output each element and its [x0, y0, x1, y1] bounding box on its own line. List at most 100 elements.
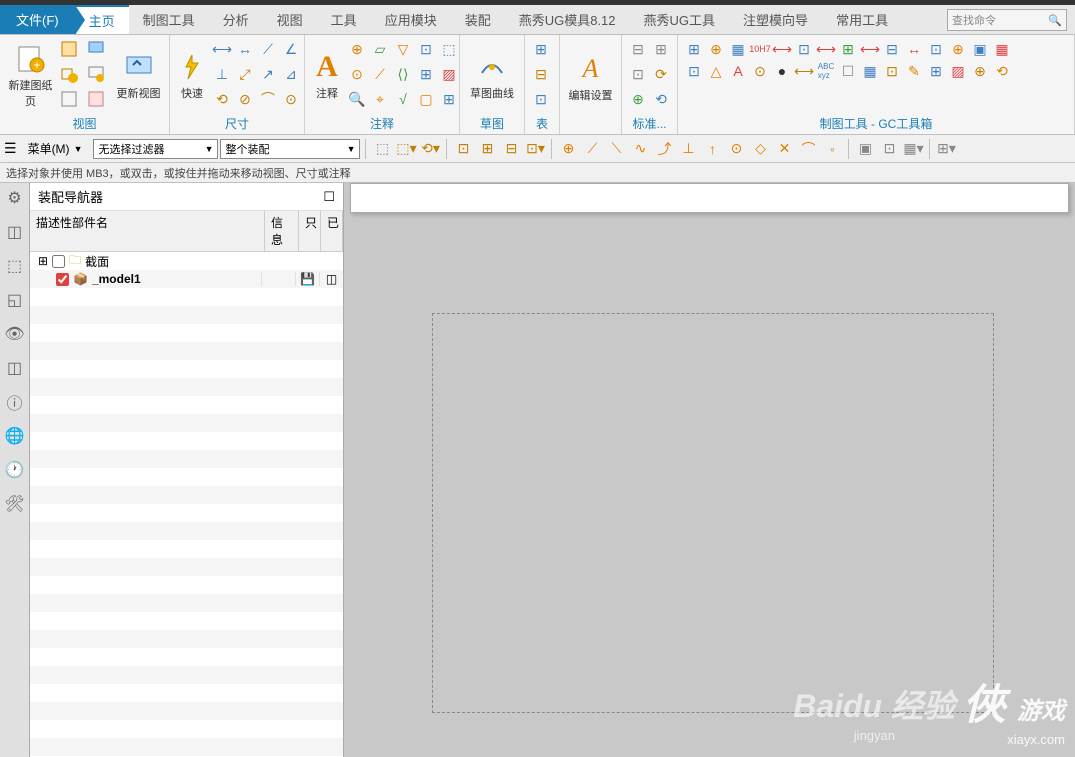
- scope-dropdown[interactable]: 整个装配▼: [220, 139, 360, 159]
- tree-row-model[interactable]: 📦 _model1 💾 ◫: [30, 270, 343, 288]
- tab-tools[interactable]: 工具: [317, 5, 371, 34]
- tb-disp-4[interactable]: ⊞▾: [935, 138, 957, 160]
- gc-icon-12[interactable]: ⊡: [926, 39, 946, 59]
- fast-button[interactable]: 快速: [176, 39, 208, 113]
- tab-mold-wizard[interactable]: 注塑模向导: [729, 5, 822, 34]
- canvas-tab-strip[interactable]: [350, 183, 1069, 213]
- tree-row-section[interactable]: ⊞ 🗀 截面: [30, 252, 343, 270]
- gc-icon-6[interactable]: ⊡: [794, 39, 814, 59]
- gc-icon-22[interactable]: ABCxyz: [816, 61, 836, 81]
- gc-icon-20[interactable]: ●: [772, 61, 792, 81]
- tab-app-module[interactable]: 应用模块: [371, 5, 451, 34]
- filter-dropdown[interactable]: 无选择过滤器▼: [93, 139, 218, 159]
- ann-icon-3[interactable]: ▽: [393, 39, 413, 59]
- gc-icon-29[interactable]: ⊕: [970, 61, 990, 81]
- gc-icon-25[interactable]: ⊡: [882, 61, 902, 81]
- tb-icon-cursor[interactable]: ⬚▾: [395, 138, 417, 160]
- view-icon-3[interactable]: [59, 64, 79, 84]
- ann-icon-13[interactable]: √: [393, 89, 413, 109]
- rail-info-icon[interactable]: ⓘ: [4, 391, 26, 413]
- dim-icon-1[interactable]: ⟷: [212, 39, 232, 59]
- gc-icon-26[interactable]: ✎: [904, 61, 924, 81]
- tb-icon-sel4[interactable]: ⊡▾: [524, 138, 546, 160]
- tab-drafting-tools[interactable]: 制图工具: [129, 5, 209, 34]
- ann-icon-1[interactable]: ⊕: [347, 39, 367, 59]
- tb-snap-line1[interactable]: ⟋: [581, 138, 603, 160]
- gc-icon-5[interactable]: ⟷: [772, 39, 792, 59]
- gc-icon-16[interactable]: ⊡: [684, 61, 704, 81]
- table-icon-1[interactable]: ⊞: [531, 39, 551, 59]
- gc-icon-17[interactable]: △: [706, 61, 726, 81]
- tab-yx-mold[interactable]: 燕秀UG模具8.12: [505, 5, 630, 34]
- view-icon-5[interactable]: [59, 89, 79, 109]
- ann-icon-12[interactable]: ⌖: [370, 89, 390, 109]
- gc-icon-21[interactable]: ⟷: [794, 61, 814, 81]
- gc-icon-9[interactable]: ⟷: [860, 39, 880, 59]
- gc-icon-4[interactable]: 10H7: [750, 39, 770, 59]
- gc-icon-1[interactable]: ⊞: [684, 39, 704, 59]
- gc-icon-8[interactable]: ⊞: [838, 39, 858, 59]
- new-sheet-button[interactable]: + 新建图纸页: [6, 39, 55, 113]
- dim-icon-3[interactable]: ⟋: [258, 39, 278, 59]
- tb-snap-end[interactable]: ◦: [821, 138, 843, 160]
- save-icon[interactable]: 💾: [295, 272, 319, 286]
- ann-icon-15[interactable]: ⊞: [439, 89, 459, 109]
- col-only[interactable]: 只: [299, 211, 321, 251]
- dim-icon-5[interactable]: ⊥: [212, 64, 232, 84]
- dim-icon-6[interactable]: ⤢: [235, 64, 255, 84]
- tab-analysis[interactable]: 分析: [209, 5, 263, 34]
- gc-icon-24[interactable]: ▦: [860, 61, 880, 81]
- ann-icon-14[interactable]: ▢: [416, 89, 436, 109]
- sketch-curve-button[interactable]: 草图曲线: [466, 39, 518, 113]
- tab-assembly[interactable]: 装配: [451, 5, 505, 34]
- std-icon-4[interactable]: ⟳: [651, 64, 671, 84]
- tb-icon-box[interactable]: ⬚: [371, 138, 393, 160]
- tb-snap-quad[interactable]: ◇: [749, 138, 771, 160]
- gc-icon-14[interactable]: ▣: [970, 39, 990, 59]
- std-icon-2[interactable]: ⊞: [651, 39, 671, 59]
- col-name[interactable]: 描述性部件名: [30, 211, 265, 251]
- tb-snap-curve[interactable]: ∿: [629, 138, 651, 160]
- gc-icon-13[interactable]: ⊕: [948, 39, 968, 59]
- gc-icon-15[interactable]: ▦: [992, 39, 1012, 59]
- tb-disp-1[interactable]: ▣: [854, 138, 876, 160]
- gc-icon-27[interactable]: ⊞: [926, 61, 946, 81]
- tb-icon-sel2[interactable]: ⊞: [476, 138, 498, 160]
- canvas[interactable]: Baidu 经验 俠 游戏 xiayx.com jingyan: [344, 183, 1075, 757]
- tb-disp-2[interactable]: ⊡: [878, 138, 900, 160]
- gc-icon-30[interactable]: ⟲: [992, 61, 1012, 81]
- edit-settings-button[interactable]: A 编辑设置: [566, 39, 615, 116]
- view-icon-6[interactable]: [86, 89, 106, 109]
- ann-icon-4[interactable]: ⊡: [416, 39, 436, 59]
- view-icon-1[interactable]: [59, 39, 79, 59]
- gc-icon-18[interactable]: A: [728, 61, 748, 81]
- std-icon-5[interactable]: ⊕: [628, 89, 648, 109]
- tb-icon-lasso[interactable]: ⟲▾: [419, 138, 441, 160]
- tb-disp-3[interactable]: ▦▾: [902, 138, 924, 160]
- tb-snap-line2[interactable]: ⟍: [605, 138, 627, 160]
- ann-icon-10[interactable]: ▨: [439, 64, 459, 84]
- command-search[interactable]: 查找命令 🔍: [947, 9, 1067, 31]
- status-icon[interactable]: ◫: [319, 272, 343, 286]
- tab-common-tools[interactable]: 常用工具: [822, 5, 902, 34]
- update-view-button[interactable]: 更新视图: [114, 39, 163, 113]
- table-icon-3[interactable]: ⊡: [531, 89, 551, 109]
- std-icon-1[interactable]: ⊟: [628, 39, 648, 59]
- std-icon-6[interactable]: ⟲: [651, 89, 671, 109]
- gc-icon-23[interactable]: ☐: [838, 61, 858, 81]
- ann-icon-6[interactable]: ⊙: [347, 64, 367, 84]
- annotate-button[interactable]: A 注释: [311, 39, 343, 113]
- gc-icon-19[interactable]: ⊙: [750, 61, 770, 81]
- std-icon-3[interactable]: ⊡: [628, 64, 648, 84]
- gc-icon-28[interactable]: ▨: [948, 61, 968, 81]
- dim-icon-7[interactable]: ↗: [258, 64, 278, 84]
- model-checkbox[interactable]: [56, 273, 69, 286]
- ann-icon-7[interactable]: ⟋: [370, 64, 390, 84]
- tb-snap-tangent[interactable]: ⤴: [653, 138, 675, 160]
- file-menu[interactable]: 文件(F): [0, 5, 75, 34]
- rail-part-icon[interactable]: ◫: [4, 221, 26, 243]
- rail-web-icon[interactable]: 🌐: [4, 425, 26, 447]
- view-icon-4[interactable]: [86, 64, 106, 84]
- dim-icon-11[interactable]: ⌒: [258, 89, 278, 109]
- dim-icon-8[interactable]: ⊿: [281, 64, 301, 84]
